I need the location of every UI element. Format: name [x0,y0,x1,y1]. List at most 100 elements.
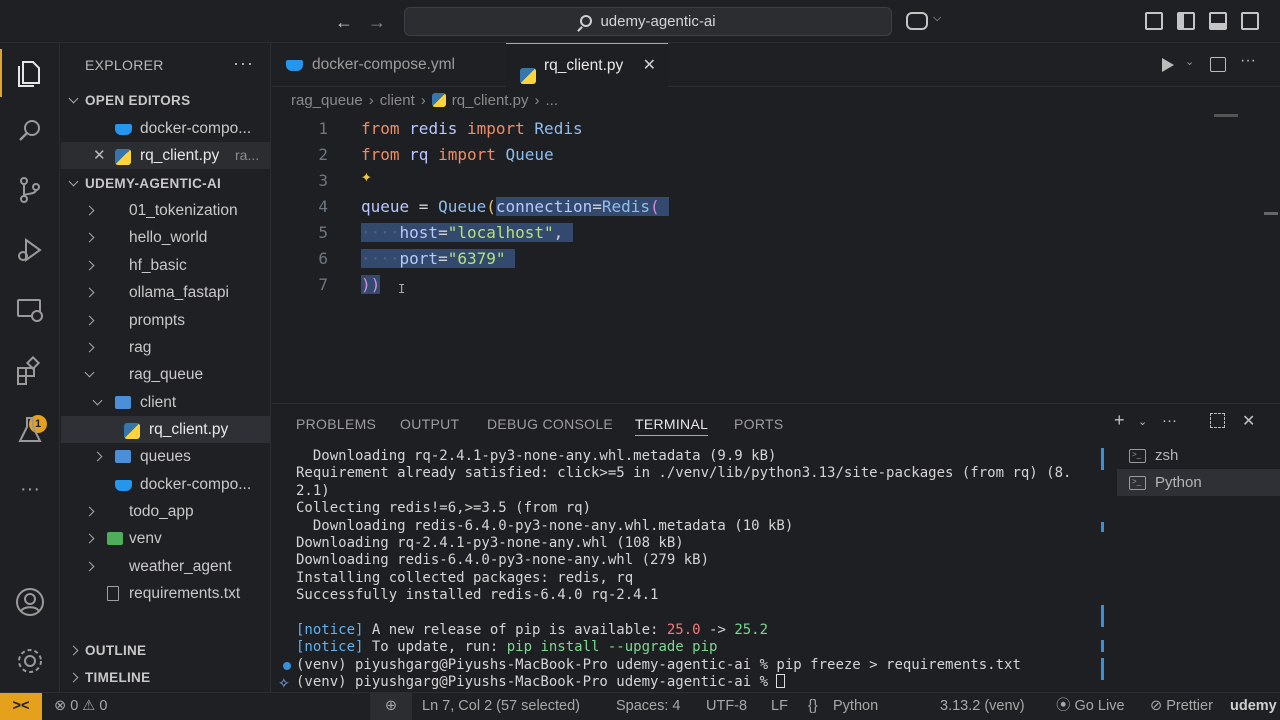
tree-folder[interactable]: queues [61,443,270,470]
tree-folder[interactable]: ollama_fastapi [61,279,270,306]
command-center-search[interactable]: udemy-agentic-ai [404,7,892,36]
minimap[interactable] [1214,114,1238,117]
python-interpreter[interactable]: 3.13.2 (venv) [940,693,1025,720]
sparkle-icon[interactable]: ✦ [361,166,372,187]
warning-icon: ⚠ [82,698,96,714]
arrow-left-icon[interactable]: ← [333,11,355,33]
line-ending[interactable]: LF [771,693,788,720]
chevron-down-icon[interactable]: ⌄ [1185,55,1194,68]
tree-file[interactable]: docker-compo... [61,471,270,498]
problems-status[interactable]: ⊗ 0 ⚠ 0 [54,693,107,720]
breadcrumb-item[interactable]: rq_client.py [452,92,529,109]
operator: = [438,249,448,268]
tab-debug-console[interactable]: DEBUG CONSOLE [487,412,613,436]
error-count: 0 [70,698,79,714]
toggle-secondary-sidebar-icon[interactable] [1241,12,1259,30]
close-icon[interactable]: ✕ [93,142,106,169]
tab-docker-compose[interactable]: docker-compose.yml [272,43,505,87]
explorer-more-button[interactable]: ··· [233,53,254,74]
testing-icon[interactable] [14,414,46,446]
terminal-item-zsh[interactable]: >_ zsh [1117,442,1280,469]
tree-label: rq_client.py [149,421,229,438]
tree-folder[interactable]: weather_agent [61,553,270,580]
zoom-icon[interactable]: ⊕ [370,693,412,720]
open-editors-section[interactable]: OPEN EDITORS [61,87,270,114]
terminal-output[interactable]: Downloading rq-2.4.1-py3-none-any.whl.me… [296,448,1102,692]
tree-file[interactable]: requirements.txt [61,580,270,607]
terminal-line: [notice] To update, run: pip install --u… [296,639,1102,656]
close-icon[interactable]: ✕ [643,44,656,88]
tree-folder[interactable]: prompts [61,307,270,334]
toggle-sidebar-icon[interactable] [1177,12,1195,30]
docker-icon [115,124,132,135]
tree-folder[interactable]: hf_basic [61,252,270,279]
run-icon[interactable] [1162,58,1174,72]
breadcrumb-item[interactable]: client [380,92,415,109]
maximize-panel-icon[interactable] [1210,413,1225,428]
toggle-panel-icon[interactable] [1209,12,1227,30]
extensions-icon[interactable] [14,355,46,388]
cursor-position[interactable]: Ln 7, Col 2 (57 selected) [422,693,580,720]
prettier-button[interactable]: ⊘ Prettier [1150,693,1213,720]
run-debug-icon[interactable] [14,234,46,266]
code-editor[interactable]: 1 2 3 4 5 6 7 from redis import Redis fr… [272,112,1280,402]
indentation[interactable]: Spaces: 4 [616,693,681,720]
arrow-right-icon[interactable]: → [366,11,388,33]
old-version: 25.0 [666,622,701,639]
search-icon[interactable] [14,115,46,147]
open-editor-item[interactable]: docker-compo... [61,115,270,142]
explorer-icon[interactable] [0,49,46,97]
account-icon[interactable] [14,586,46,618]
tab-output[interactable]: OUTPUT [400,412,459,436]
python-icon [431,93,446,107]
more-actions-icon[interactable]: ··· [1240,52,1256,70]
tree-folder[interactable]: 01_tokenization [61,197,270,224]
workspace-section[interactable]: UDEMY-AGENTIC-AI [61,170,270,197]
remote-explorer-icon[interactable] [14,294,46,326]
gear-icon[interactable] [14,645,46,677]
language-mode[interactable]: Python [833,693,878,720]
customize-layout-icon[interactable] [1145,12,1163,30]
tree-folder[interactable]: client [61,389,270,416]
remote-indicator[interactable]: >< [0,693,42,720]
source-control-icon[interactable] [14,174,46,206]
copilot-icon[interactable] [906,12,928,30]
breadcrumb-item[interactable]: ... [545,92,558,109]
add-terminal-icon[interactable]: + [1114,410,1125,431]
tree-folder[interactable]: venv [61,525,270,552]
tree-folder[interactable]: hello_world [61,224,270,251]
chevron-down-icon[interactable]: ⌵ [933,12,941,25]
open-editor-item[interactable]: ✕ rq_client.py ra... [61,142,270,169]
encoding[interactable]: UTF-8 [706,693,747,720]
tab-problems[interactable]: PROBLEMS [296,412,376,436]
tree-folder[interactable]: rag [61,334,270,361]
tab-terminal[interactable]: TERMINAL [635,412,709,436]
more-actions-icon[interactable]: ··· [1162,412,1177,429]
terminal-prompt: (venv) piyushgarg@Piyushs-MacBook-Pro ud… [296,674,777,691]
chevron-down-icon[interactable]: ⌄ [1138,415,1147,428]
tree-label: venv [129,530,162,547]
class-name: Queue [505,145,554,164]
chevron-right-icon [85,279,95,306]
go-live-button[interactable]: ⦿ Go Live [1056,693,1125,720]
more-icon[interactable]: ··· [14,479,46,511]
parameter: connection [495,197,593,216]
split-editor-icon[interactable] [1210,57,1226,72]
terminal-item-python[interactable]: >_ Python [1117,469,1280,496]
tree-folder[interactable]: rag_queue [61,361,270,388]
scrollbar[interactable] [1264,212,1278,215]
tab-rq-client[interactable]: rq_client.py ✕ [506,43,668,87]
scroll-marker [1101,522,1104,532]
notice-tag: [notice] [296,622,364,639]
tree-file[interactable]: rq_client.py [61,416,270,443]
timeline-section[interactable]: TIMELINE [61,664,270,691]
braces-icon[interactable]: {} [808,693,818,720]
sparkle-icon[interactable]: ✧ [278,675,290,692]
outline-section[interactable]: OUTLINE [61,637,270,664]
close-panel-icon[interactable]: ✕ [1242,411,1255,431]
tree-folder[interactable]: todo_app [61,498,270,525]
tab-ports[interactable]: PORTS [734,412,783,436]
breadcrumb-item[interactable]: rag_queue [291,92,363,109]
notice-arrow: -> [700,622,735,639]
keyword: import [438,145,496,164]
